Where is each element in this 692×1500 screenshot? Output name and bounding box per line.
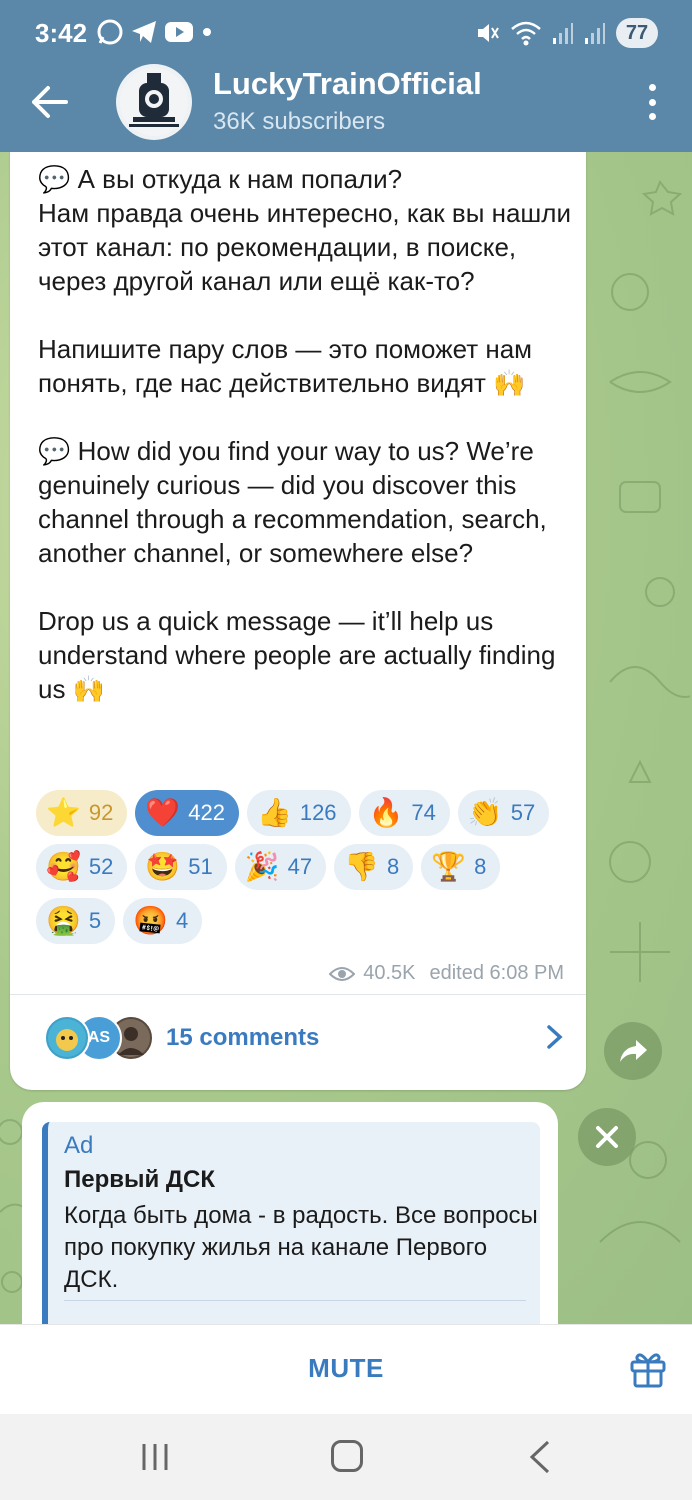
reaction-count: 57 [510, 800, 536, 825]
view-count: 40.5K [363, 962, 416, 984]
commenter-avatars: AS [44, 1015, 154, 1061]
signal-icon [585, 23, 605, 44]
edited-time: edited 6:08 PM [429, 962, 564, 984]
channel-avatar[interactable] [116, 64, 192, 140]
reaction-count: 5 [88, 908, 102, 933]
smiling-hearts-icon: 🥰 [46, 850, 81, 883]
channel-title[interactable]: LuckyTrainOfficial [213, 66, 482, 102]
home-icon[interactable] [331, 1440, 363, 1472]
train-logo-icon [120, 68, 188, 136]
ad-text: Когда быть дома - в радость. Все вопросы… [64, 1202, 538, 1293]
close-ad-button[interactable] [578, 1108, 636, 1166]
reaction-trophy[interactable]: 🏆 8 [421, 844, 501, 890]
battery-indicator: 77 [616, 18, 658, 48]
cursing-face-icon: 🤬 [133, 904, 168, 937]
heart-icon: ❤️ [145, 796, 181, 829]
star-struck-icon: 🤩 [145, 850, 181, 883]
subscriber-count: 36K subscribers [213, 108, 386, 135]
sponsored-message[interactable]: Ad Первый ДСК Когда быть дома - в радост… [22, 1102, 558, 1324]
status-bar: 3:42 77 [0, 0, 692, 66]
recent-apps-icon[interactable] [140, 1442, 170, 1472]
reaction-cursing[interactable]: 🤬 4 [123, 898, 203, 944]
more-options-icon[interactable] [644, 84, 660, 120]
reaction-count: 4 [176, 908, 189, 933]
reaction-clap[interactable]: 👏 57 [457, 790, 550, 836]
vomit-icon: 🤮 [46, 904, 81, 937]
reaction-thumbs-down[interactable]: 👎 8 [334, 844, 414, 890]
reaction-count: 422 [188, 800, 225, 825]
system-back-icon[interactable] [528, 1440, 552, 1474]
gift-icon[interactable] [628, 1349, 668, 1389]
commenter-initials: AS [87, 1029, 111, 1046]
post-text-ru-question: 💬 А вы откуда к нам попали? Нам правда о… [38, 164, 571, 296]
back-arrow-icon[interactable] [30, 84, 70, 120]
wifi-icon [511, 21, 541, 46]
reaction-smiling-hearts[interactable]: 🥰 52 [36, 844, 128, 890]
reaction-count: 92 [88, 800, 114, 825]
reaction-star-struck[interactable]: 🤩 51 [135, 844, 227, 890]
mute-button[interactable]: MUTE [0, 1353, 692, 1384]
reaction-star[interactable]: ⭐ 92 [36, 790, 128, 836]
ad-card[interactable]: Ad Первый ДСК Когда быть дома - в радост… [42, 1122, 540, 1324]
system-navigation-bar [0, 1414, 692, 1500]
reaction-party[interactable]: 🎉 47 [234, 844, 327, 890]
post-text-ru-request: Напишите пару слов — это поможет нам пон… [38, 334, 533, 398]
bottom-bar: MUTE [0, 1324, 692, 1414]
star-icon: ⭐ [46, 796, 81, 829]
post-text-en-question: 💬 How did you find your way to us? We’re… [38, 436, 547, 568]
post-text-en-request: Drop us a quick message — it’ll help us … [38, 606, 556, 704]
reaction-count: 47 [287, 854, 313, 879]
reaction-count: 126 [299, 800, 337, 825]
status-time: 3:42 [35, 18, 88, 48]
cartoon-avatar-icon [48, 1019, 86, 1057]
ad-title: Первый ДСК [64, 1166, 216, 1193]
ad-label: Ad [64, 1132, 94, 1159]
ad-divider [64, 1300, 526, 1301]
comments-button[interactable]: AS 15 comments [44, 1004, 564, 1072]
trophy-icon: 🏆 [431, 850, 467, 883]
post-meta: 40.5K edited 6:08 PM [329, 962, 564, 985]
party-popper-icon: 🎉 [244, 850, 280, 883]
app-header: 3:42 77 LuckyTrainOfficial 36K subscribe… [0, 0, 692, 152]
reaction-count: 52 [88, 854, 114, 879]
telegram-icon [132, 21, 156, 43]
reaction-count: 8 [474, 854, 487, 879]
reaction-count: 51 [188, 854, 213, 879]
commenter-avatar [44, 1015, 90, 1061]
chevron-right-icon [547, 1025, 563, 1049]
close-icon [596, 1126, 618, 1148]
chat-area[interactable]: 💬 А вы откуда к нам попали? Нам правда о… [0, 152, 692, 1324]
fire-icon: 🔥 [368, 796, 404, 829]
channel-post-bubble: 💬 А вы откуда к нам попали? Нам правда о… [10, 152, 586, 1090]
share-arrow-icon [620, 1040, 647, 1062]
reaction-heart[interactable]: ❤️ 422 [135, 790, 239, 836]
mute-icon [478, 24, 499, 42]
reaction-fire[interactable]: 🔥 74 [358, 790, 450, 836]
youtube-icon [165, 22, 193, 42]
reaction-vomit[interactable]: 🤮 5 [36, 898, 116, 944]
dot-icon [203, 28, 211, 36]
reaction-thumbs-up[interactable]: 👍 126 [246, 790, 351, 836]
thumbs-down-icon: 👎 [344, 850, 379, 883]
reactions-bar: ⭐ 92 ❤️ 422 👍 126 🔥 74 👏 57 🥰 52 🤩 51 🎉 47 👎 8 🏆 8… [36, 790, 576, 944]
clap-icon: 👏 [467, 796, 503, 829]
thumbs-up-icon: 👍 [256, 796, 292, 829]
signal-icon [553, 23, 573, 44]
eye-icon [329, 966, 356, 981]
post-text[interactable]: 💬 А вы откуда к нам попали? Нам правда о… [38, 162, 578, 706]
reaction-count: 8 [386, 854, 400, 879]
whatsapp-icon [97, 19, 123, 45]
comments-label: 15 comments [166, 1024, 320, 1051]
comments-divider [10, 994, 586, 995]
forward-button[interactable] [604, 1022, 662, 1080]
reaction-count: 74 [411, 800, 436, 825]
